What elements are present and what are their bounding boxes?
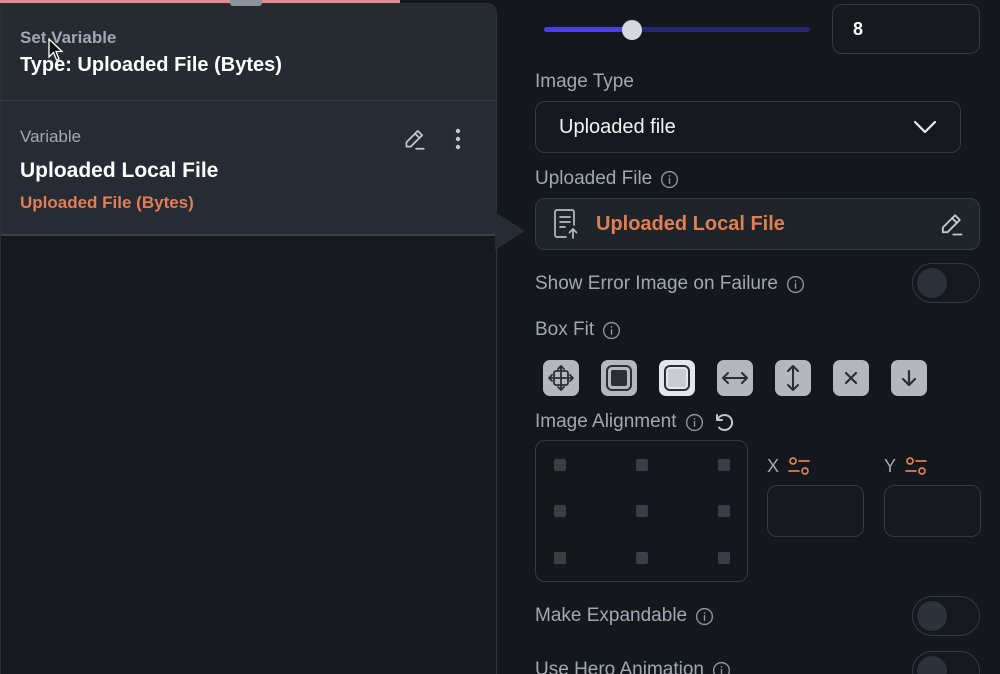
edit-variable-button[interactable]: [399, 124, 429, 154]
box-fit-label-text: Box Fit: [535, 319, 595, 340]
y-label-text: Y: [884, 455, 897, 476]
x-alignment-input[interactable]: [767, 485, 864, 537]
popup-title: Type: Uploaded File (Bytes): [20, 54, 282, 76]
box-fit-scale-down-button[interactable]: [891, 360, 927, 396]
contain-icon: [548, 365, 574, 391]
make-expandable-label: Make Expandable: [535, 605, 714, 627]
image-type-label: Image Type: [535, 71, 634, 93]
uploaded-file-field[interactable]: Uploaded Local File: [535, 198, 980, 250]
make-expandable-toggle[interactable]: [912, 596, 980, 636]
mouse-cursor-icon: [48, 38, 64, 61]
app-root: Set Variable Type: Uploaded File (Bytes)…: [0, 0, 1000, 674]
fit-height-icon: [787, 365, 799, 391]
size-slider[interactable]: [544, 20, 810, 40]
alignment-grid: [535, 440, 748, 582]
fill-icon: [664, 365, 690, 391]
use-hero-animation-label: Use Hero Animation: [535, 659, 731, 674]
align-bottom-center[interactable]: [636, 552, 648, 564]
y-alignment-input[interactable]: [884, 485, 981, 537]
uploaded-file-label-text: Uploaded File: [535, 168, 653, 189]
more-vertical-icon: [455, 128, 461, 150]
variable-name: Uploaded Local File: [20, 159, 219, 182]
align-center[interactable]: [636, 505, 648, 517]
scale-down-icon: [901, 369, 917, 387]
toggle-knob: [917, 601, 947, 631]
info-icon[interactable]: [660, 170, 679, 189]
variable-type: Uploaded File (Bytes): [20, 193, 194, 212]
cover-icon: [606, 365, 632, 391]
slider-fill: [544, 27, 632, 32]
align-top-left[interactable]: [554, 459, 566, 471]
box-fit-options: [543, 360, 927, 396]
image-type-label-text: Image Type: [535, 71, 634, 92]
popup-pointer-arrow: [495, 212, 525, 250]
popup-header: Set Variable Type: Uploaded File (Bytes): [1, 4, 496, 101]
fit-width-icon: [722, 372, 748, 384]
image-type-select[interactable]: Uploaded file: [535, 101, 961, 153]
image-type-value: Uploaded file: [559, 115, 676, 138]
show-error-image-toggle[interactable]: [912, 263, 980, 303]
x-axis-label: X: [767, 455, 811, 477]
show-error-image-label: Show Error Image on Failure: [535, 273, 805, 295]
box-fit-none-button[interactable]: [833, 360, 869, 396]
pencil-icon: [405, 130, 425, 150]
image-alignment-label-text: Image Alignment: [535, 411, 677, 432]
file-upload-icon: [554, 209, 578, 239]
slider-thumb[interactable]: [621, 20, 642, 40]
toggle-knob: [917, 656, 947, 674]
align-bottom-right[interactable]: [718, 552, 730, 564]
box-fit-contain-button[interactable]: [543, 360, 579, 396]
info-icon[interactable]: [786, 275, 805, 294]
use-hero-animation-toggle[interactable]: [912, 651, 980, 674]
uploaded-file-name: Uploaded Local File: [596, 212, 785, 235]
box-fit-fill-button[interactable]: [659, 360, 695, 396]
use-hero-animation-label-text: Use Hero Animation: [535, 659, 704, 674]
popup-kicker: Set Variable: [20, 28, 117, 47]
align-center-left[interactable]: [554, 505, 566, 517]
tune-icon[interactable]: [904, 455, 928, 477]
box-fit-label: Box Fit: [535, 319, 621, 341]
info-icon[interactable]: [685, 413, 704, 432]
chevron-down-icon: [913, 120, 937, 134]
x-label-text: X: [767, 455, 780, 476]
toggle-knob: [917, 268, 947, 298]
more-options-button[interactable]: [447, 124, 469, 154]
slider-value-input[interactable]: 8: [832, 4, 980, 54]
set-variable-popup: Set Variable Type: Uploaded File (Bytes)…: [0, 3, 497, 674]
reset-icon[interactable]: [712, 410, 736, 434]
align-bottom-left[interactable]: [554, 552, 566, 564]
y-axis-label: Y: [884, 455, 928, 477]
box-fit-height-button[interactable]: [775, 360, 811, 396]
align-center-right[interactable]: [718, 505, 730, 517]
info-icon[interactable]: [695, 607, 714, 626]
drag-handle[interactable]: [230, 0, 262, 6]
make-expandable-label-text: Make Expandable: [535, 605, 688, 626]
show-error-image-label-text: Show Error Image on Failure: [535, 273, 778, 294]
align-top-center[interactable]: [636, 459, 648, 471]
uploaded-file-label: Uploaded File: [535, 168, 679, 190]
variable-card[interactable]: Variable Uploaded Local File Uploaded Fi…: [1, 101, 496, 236]
box-fit-cover-button[interactable]: [601, 360, 637, 396]
align-top-right[interactable]: [718, 459, 730, 471]
edit-file-button[interactable]: [937, 210, 965, 238]
tune-icon[interactable]: [787, 455, 811, 477]
none-icon: [844, 371, 858, 385]
info-icon[interactable]: [602, 321, 621, 340]
image-alignment-label: Image Alignment: [535, 410, 736, 434]
info-icon[interactable]: [712, 661, 731, 674]
pencil-icon: [941, 214, 963, 236]
box-fit-width-button[interactable]: [717, 360, 753, 396]
